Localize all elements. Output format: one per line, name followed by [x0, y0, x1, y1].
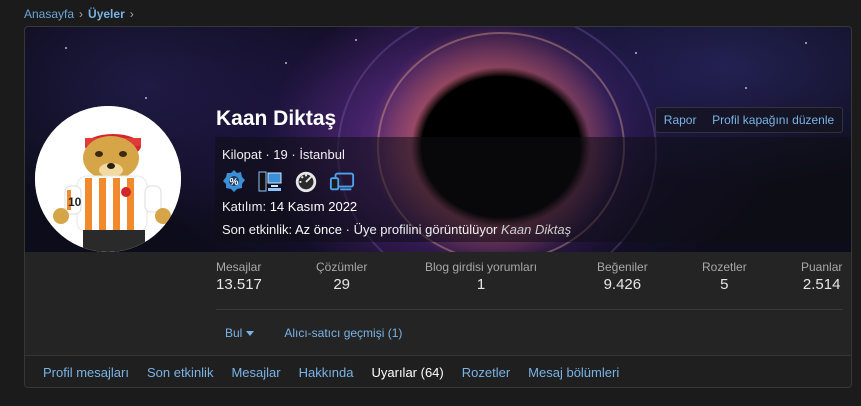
- profile-blurb: Kilopat · 19 · İstanbul: [222, 147, 345, 162]
- breadcrumb-separator-icon: ›: [129, 7, 134, 21]
- stat-value: 13.517: [216, 276, 262, 293]
- stat-blog-comments[interactable]: Blog girdisi yorumları 1: [425, 260, 537, 293]
- stat-label: Çözümler: [316, 260, 368, 274]
- star: [355, 39, 357, 41]
- svg-text:%: %: [230, 177, 239, 188]
- breadcrumb-separator-icon: ›: [79, 7, 84, 21]
- stat-badges[interactable]: Rozetler 5: [702, 260, 747, 293]
- tab-warnings[interactable]: Uyarılar (64): [363, 356, 453, 388]
- last-activity-text: Üye profilini görüntülüyor: [353, 222, 498, 237]
- stat-label: Blog girdisi yorumları: [425, 260, 538, 274]
- last-activity-label: Son etkinlik:: [222, 222, 293, 237]
- star: [285, 62, 287, 64]
- last-activity-target[interactable]: Kaan Diktaş: [501, 222, 571, 237]
- report-button[interactable]: Rapor: [664, 113, 697, 127]
- chevron-down-icon: [246, 331, 255, 337]
- stat-value: 2.514: [802, 276, 841, 293]
- tab-about[interactable]: Hakkında: [290, 356, 363, 388]
- computer-badge-icon[interactable]: [257, 169, 283, 193]
- breadcrumb-members-link[interactable]: Üyeler: [88, 7, 125, 21]
- stat-value: 1: [476, 276, 486, 293]
- tab-message-sections[interactable]: Mesaj bölümleri: [519, 356, 628, 388]
- devices-badge-icon[interactable]: [329, 169, 355, 193]
- find-button-label: Bul: [225, 326, 243, 340]
- profile-card: 10 Kaan Diktaş Rapor Profil kapağını düz…: [24, 26, 852, 388]
- stat-label: Mesajlar: [216, 260, 262, 274]
- edit-cover-button[interactable]: Profil kapağını düzenle: [712, 113, 834, 127]
- profile-badges: %: [221, 169, 355, 193]
- gear-badge-icon[interactable]: %: [221, 169, 247, 193]
- stats-divider: [216, 309, 843, 310]
- stat-value: 29: [333, 276, 351, 293]
- last-activity-line: Son etkinlik: Az önce · Üye profilini gö…: [222, 222, 571, 237]
- activity-separator: ·: [345, 222, 350, 237]
- breadcrumb-home-link[interactable]: Anasayfa: [24, 7, 74, 21]
- tab-badges[interactable]: Rozetler: [453, 356, 519, 388]
- speedometer-badge-icon[interactable]: [293, 169, 319, 193]
- star: [805, 42, 807, 44]
- stat-solutions[interactable]: Çözümler 29: [316, 260, 367, 293]
- star: [65, 47, 67, 49]
- svg-text:10: 10: [68, 195, 82, 209]
- star: [745, 87, 747, 89]
- joined-label: Katılım:: [222, 199, 267, 214]
- stat-points[interactable]: Puanlar 2.514: [801, 260, 842, 293]
- stat-value: 5: [720, 276, 729, 293]
- trade-history-button[interactable]: Alıcı-satıcı geçmişi (1): [284, 326, 402, 340]
- last-activity-time: Az önce: [295, 222, 342, 237]
- stat-label: Beğeniler: [597, 260, 648, 274]
- star: [635, 52, 637, 54]
- tab-profile-posts[interactable]: Profil mesajları: [34, 356, 138, 388]
- find-dropdown-button[interactable]: Bul: [225, 326, 255, 340]
- tab-messages[interactable]: Mesajlar: [222, 356, 289, 388]
- breadcrumb: Anasayfa › Üyeler ›: [24, 6, 134, 22]
- profile-username: Kaan Diktaş: [216, 107, 337, 130]
- profile-sub-actions: Bul Alıcı-satıcı geçmişi (1): [225, 326, 402, 340]
- avatar-image: 10: [35, 106, 181, 252]
- stat-label: Puanlar: [801, 260, 843, 274]
- joined-date: 14 Kasım 2022: [269, 199, 358, 214]
- stat-value: 9.426: [603, 276, 642, 293]
- stat-label: Rozetler: [702, 260, 747, 274]
- star: [145, 97, 147, 99]
- stat-likes[interactable]: Beğeniler 9.426: [597, 260, 648, 293]
- avatar[interactable]: 10: [35, 106, 181, 252]
- stat-messages[interactable]: Mesajlar 13.517: [216, 260, 262, 293]
- joined-line: Katılım: 14 Kasım 2022: [222, 199, 357, 214]
- profile-tabs: Profil mesajları Son etkinlik Mesajlar H…: [25, 355, 851, 388]
- profile-actions: Rapor Profil kapağını düzenle: [655, 107, 843, 133]
- tab-latest-activity[interactable]: Son etkinlik: [138, 356, 222, 388]
- profile-stats: Mesajlar 13.517 Çözümler 29 Blog girdisi…: [216, 260, 844, 302]
